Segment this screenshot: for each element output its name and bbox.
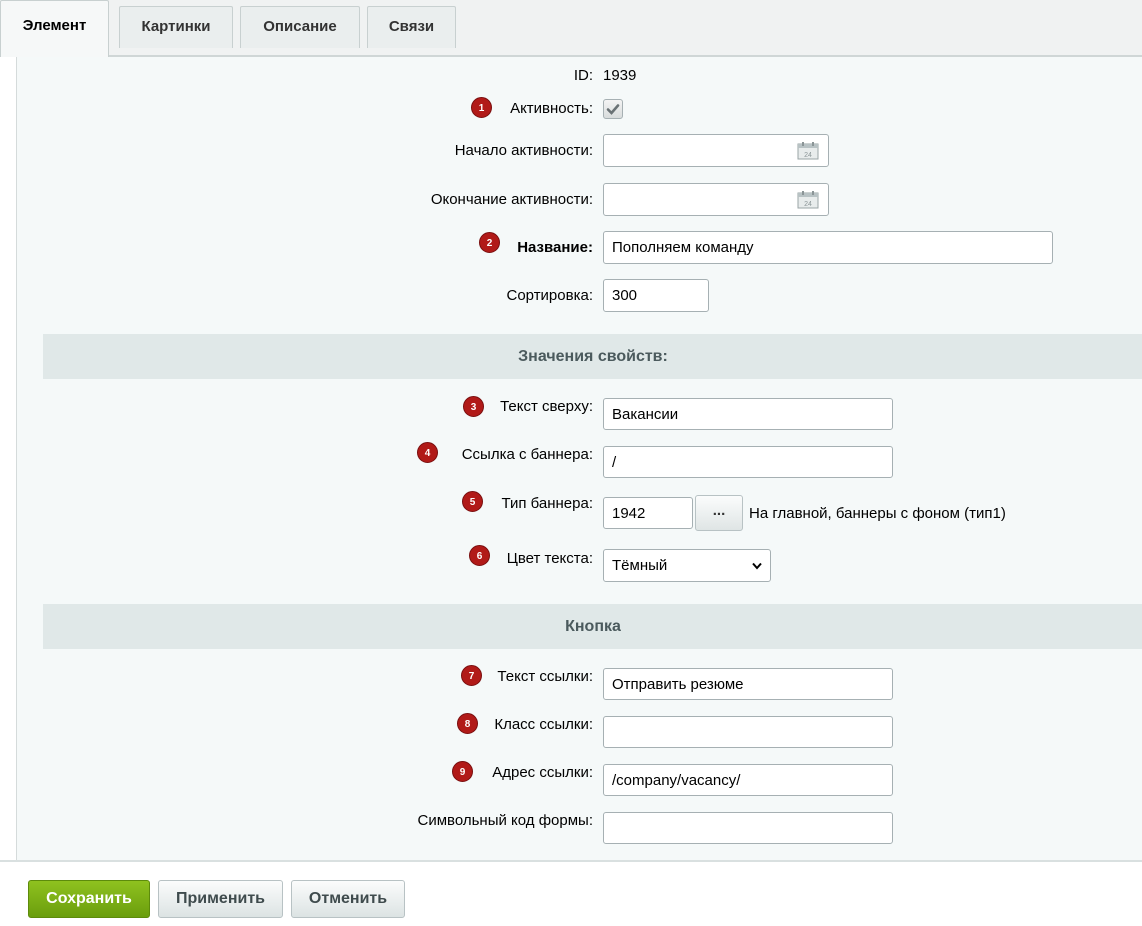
section-header-properties: Значения свойств: (43, 334, 1142, 379)
tab-bar: Элемент Картинки Описание Связи (0, 0, 1142, 57)
sort-input[interactable]: 300 (603, 279, 709, 312)
checkmark-icon (606, 104, 620, 115)
apply-button[interactable]: Применить (158, 880, 283, 918)
banner-link-value: / (612, 454, 617, 471)
banner-type-label: Тип баннера: (501, 495, 593, 512)
tab-element[interactable]: Элемент (0, 0, 109, 57)
link-text-input[interactable]: Отправить резюме (603, 668, 893, 700)
section-header-button: Кнопка (43, 604, 1142, 649)
marker-3: 3 (463, 396, 484, 417)
link-url-label: Адрес ссылки: (492, 764, 593, 781)
row-form-code: Символьный код формы: (17, 812, 1142, 846)
link-url-input[interactable]: /company/vacancy/ (603, 764, 893, 796)
active-label: Активность: (510, 100, 593, 117)
svg-text:24: 24 (804, 152, 812, 159)
cancel-button[interactable]: Отменить (291, 880, 405, 918)
marker-5: 5 (462, 491, 483, 512)
date-from-input[interactable]: 24 (603, 134, 829, 167)
row-text-color: 6 Цвет текста: Тёмный (17, 545, 1142, 583)
name-label: Название: (517, 239, 593, 256)
date-from-label: Начало активности: (454, 142, 593, 159)
active-checkbox[interactable] (603, 99, 623, 119)
sort-value: 300 (612, 287, 638, 304)
form-content: ID: 1939 1 Активность: Начало активности… (16, 57, 1142, 860)
name-value: Пополняем команду (612, 239, 754, 256)
marker-7: 7 (461, 665, 482, 686)
banner-type-value: 1942 (612, 505, 646, 522)
id-label: ID: (573, 67, 593, 84)
link-url-value: /company/vacancy/ (612, 772, 741, 789)
banner-type-picker-button[interactable]: ... (695, 495, 743, 531)
row-banner-type: 5 Тип баннера: 1942 ... На главной, банн… (17, 491, 1142, 535)
link-class-label: Класс ссылки: (494, 716, 593, 733)
marker-1: 1 (471, 97, 492, 118)
banner-type-description: На главной, баннеры с фоном (тип1) (749, 505, 1006, 522)
banner-link-label: Ссылка с баннера: (461, 446, 593, 463)
text-top-input[interactable]: Вакансии (603, 398, 893, 430)
marker-9: 9 (452, 761, 473, 782)
text-color-value: Тёмный (612, 557, 668, 574)
banner-type-input[interactable]: 1942 (603, 497, 693, 529)
link-text-value: Отправить резюме (612, 676, 744, 693)
sort-label: Сортировка: (506, 287, 594, 304)
calendar-icon[interactable]: 24 (797, 142, 819, 160)
row-text-top: 3 Текст сверху: Вакансии (17, 396, 1142, 432)
banner-link-input[interactable]: / (603, 446, 893, 478)
row-active: 1 Активность: (17, 97, 1142, 123)
footer-actions: Сохранить Применить Отменить (0, 860, 1142, 926)
text-top-value: Вакансии (612, 406, 679, 423)
date-to-label: Окончание активности: (430, 191, 593, 208)
row-sort: Сортировка: 300 (17, 279, 1142, 313)
name-input[interactable]: Пополняем команду (603, 231, 1053, 264)
link-text-label: Текст ссылки: (497, 668, 593, 685)
row-date-to: Окончание активности: 24 (17, 183, 1142, 217)
row-link-text: 7 Текст ссылки: Отправить резюме (17, 665, 1142, 702)
row-banner-link: 4 Ссылка с баннера: / (17, 442, 1142, 480)
tab-images[interactable]: Картинки (119, 6, 233, 48)
tab-links[interactable]: Связи (367, 6, 456, 48)
marker-8: 8 (457, 713, 478, 734)
calendar-icon[interactable]: 24 (797, 191, 819, 209)
text-color-label: Цвет текста: (506, 550, 593, 567)
marker-4: 4 (417, 442, 438, 463)
text-top-label: Текст сверху: (500, 398, 593, 415)
form-code-input[interactable] (603, 812, 893, 844)
text-color-select[interactable]: Тёмный (603, 549, 771, 582)
marker-2: 2 (479, 232, 500, 253)
row-id: ID: 1939 (17, 67, 1142, 89)
chevron-down-icon (752, 562, 762, 570)
marker-6: 6 (469, 545, 490, 566)
save-button[interactable]: Сохранить (28, 880, 150, 918)
row-link-class: 8 Класс ссылки: (17, 713, 1142, 750)
row-date-from: Начало активности: 24 (17, 134, 1142, 168)
link-class-input[interactable] (603, 716, 893, 748)
form-code-label: Символьный код формы: (417, 812, 593, 829)
row-link-url: 9 Адрес ссылки: /company/vacancy/ (17, 761, 1142, 798)
svg-text:24: 24 (804, 201, 812, 208)
id-value: 1939 (603, 67, 637, 84)
row-name: 2 Название: Пополняем команду (17, 231, 1142, 265)
tab-description[interactable]: Описание (240, 6, 360, 48)
date-to-input[interactable]: 24 (603, 183, 829, 216)
